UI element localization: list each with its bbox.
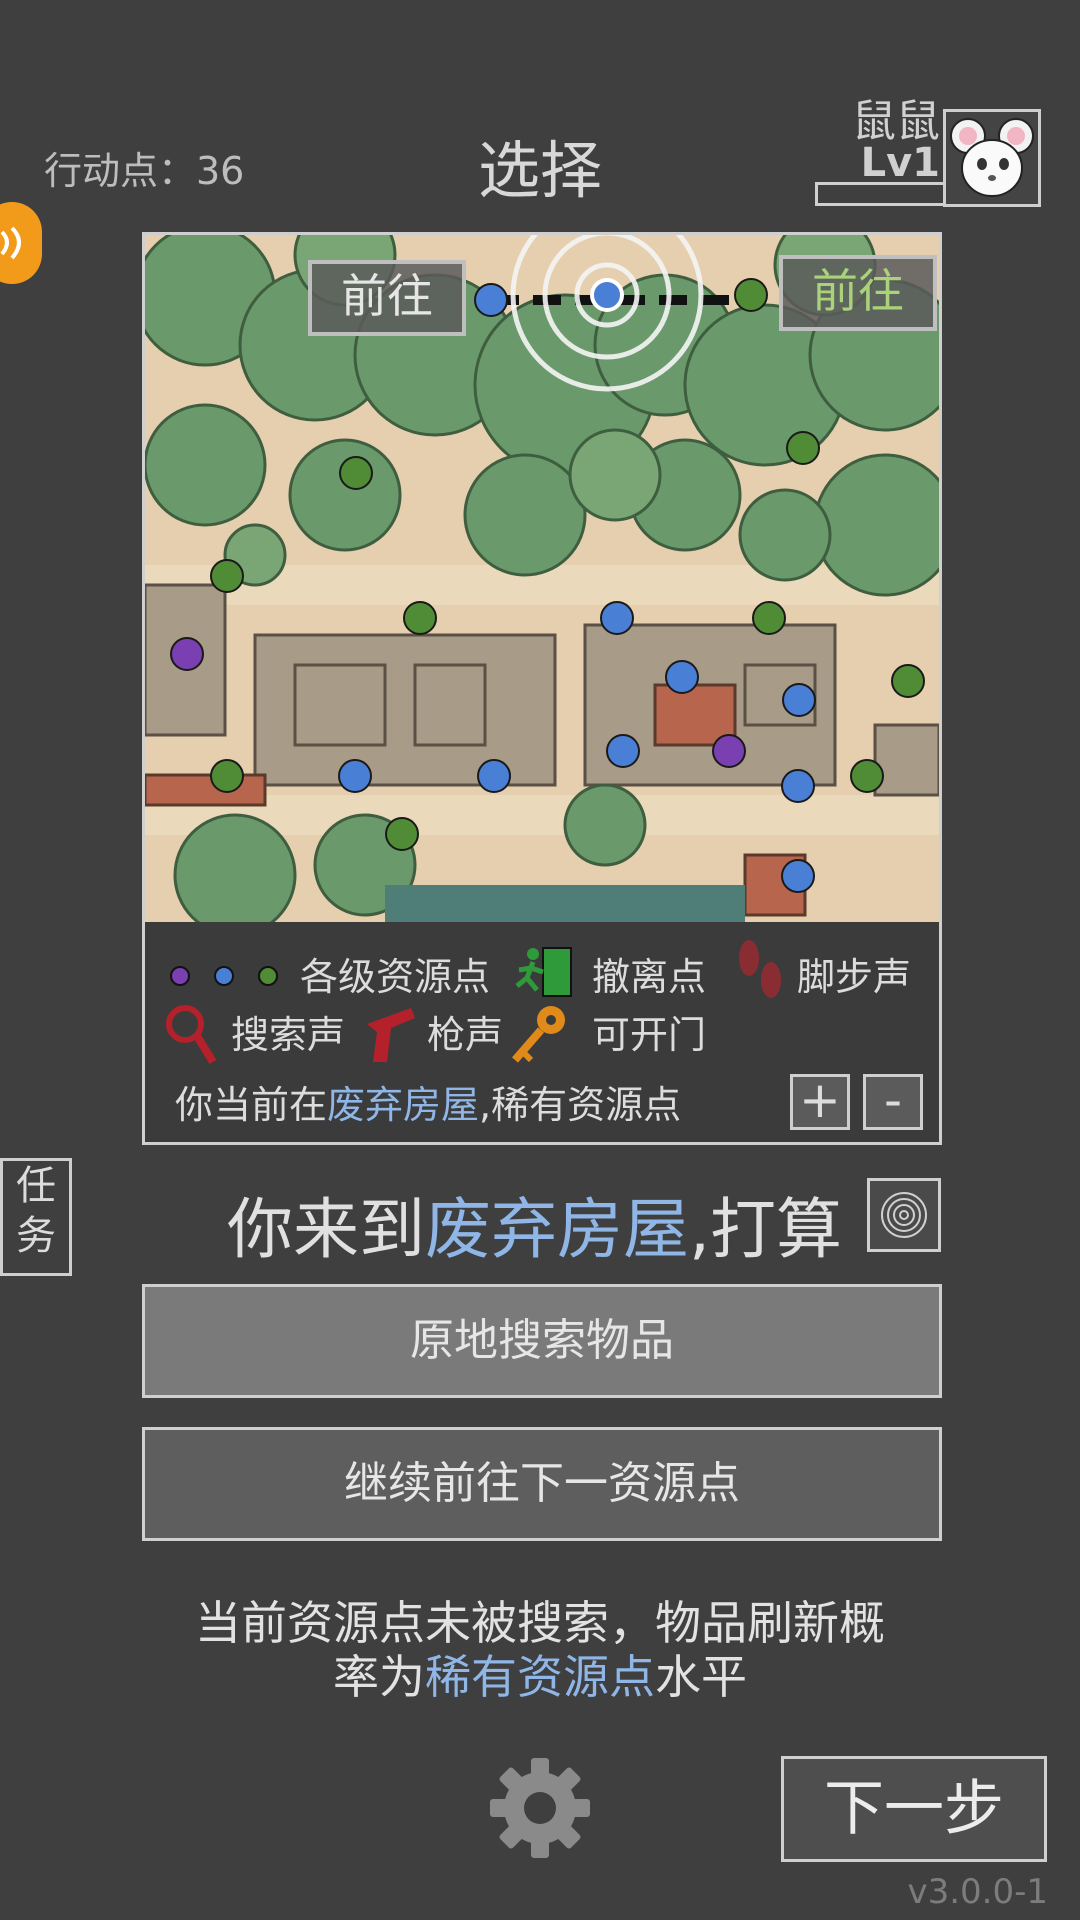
side-menu-button[interactable] [0, 202, 42, 284]
mouse-avatar-icon [950, 118, 1034, 197]
zoom-in-button[interactable]: + [790, 1074, 850, 1130]
current-location-text: 你当前在废弃房屋,稀有资源点 [175, 1083, 682, 1127]
zoom-out-button[interactable]: - [863, 1074, 923, 1130]
radar-icon [881, 1192, 927, 1238]
legend-evacuation-label: 撤离点 [592, 955, 707, 999]
version-label: v3.0.0-1 [907, 1872, 1048, 1912]
search-sound-icon [166, 1005, 217, 1065]
player-level: Lv1 [860, 140, 940, 186]
continue-next-button[interactable]: 继续前往下一资源点 [142, 1427, 942, 1541]
legend-gunshot-label: 枪声 [427, 1013, 504, 1057]
map-legend: 各级资源点 撤离点 脚步声 搜索声 枪声 可开门 你当前在废弃房屋,稀有资源点 … [142, 922, 942, 1145]
gunshot-icon [367, 1008, 415, 1062]
task-button[interactable]: 任务 [0, 1158, 72, 1276]
goto-right-button[interactable]: 前往 [779, 255, 937, 331]
event-text: 你来到废弃房屋,打算 [227, 1191, 842, 1268]
search-items-button[interactable]: 原地搜索物品 [142, 1284, 942, 1398]
resource-dots-icon [170, 966, 278, 986]
legend-resource-label: 各级资源点 [300, 955, 491, 999]
evacuation-icon [515, 947, 572, 997]
key-icon [511, 1006, 565, 1063]
goto-left-button[interactable]: 前往 [308, 260, 466, 336]
radar-button[interactable] [867, 1178, 941, 1252]
next-step-button[interactable]: 下一步 [781, 1756, 1047, 1862]
avatar[interactable] [943, 109, 1041, 207]
xp-bar [815, 182, 948, 206]
footsteps-icon [739, 940, 781, 998]
legend-footsteps-label: 脚步声 [797, 955, 912, 999]
map-image [145, 235, 939, 925]
legend-door-label: 可开门 [592, 1013, 707, 1057]
wave-icon [0, 226, 21, 260]
settings-gear-icon[interactable] [486, 1754, 594, 1862]
search-status-note: 当前资源点未被搜索，物品刷新概 率为稀有资源点水平 [195, 1596, 885, 1704]
player-name: 鼠鼠 [852, 96, 940, 147]
map-view[interactable]: 前往 前往 [142, 232, 942, 928]
legend-search-sound-label: 搜索声 [231, 1013, 346, 1057]
